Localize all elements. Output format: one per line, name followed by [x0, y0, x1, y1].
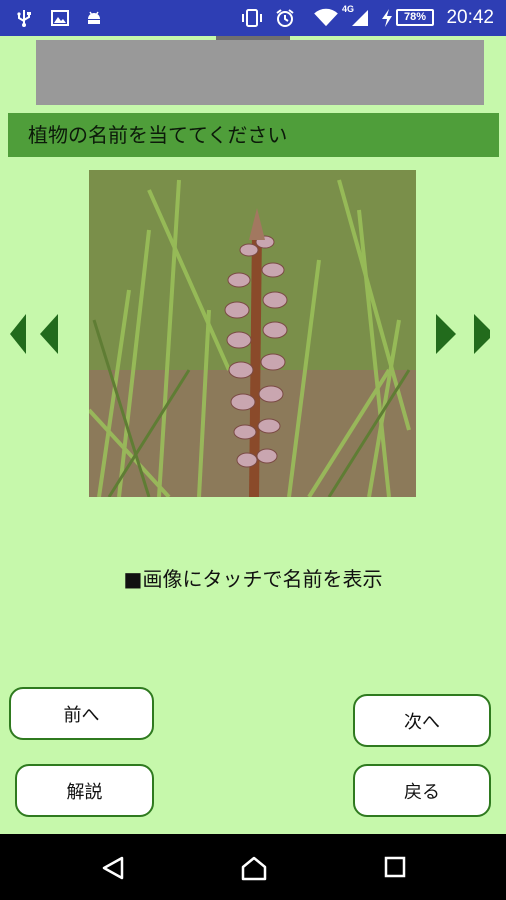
touch-hint: ■画像にタッチで名前を表示 [123, 567, 383, 591]
prev-button[interactable]: 前へ [9, 687, 154, 740]
signal-icon [352, 10, 368, 26]
image-notification-icon [51, 10, 69, 26]
back-button-label: 戻る [404, 781, 440, 803]
double-left-arrow-icon[interactable] [6, 310, 62, 358]
android-debug-icon [88, 11, 100, 24]
explain-button[interactable]: 解説 [15, 764, 154, 817]
system-navigation-bar [0, 834, 506, 900]
alarm-icon [276, 9, 294, 27]
ad-banner[interactable] [36, 40, 484, 105]
double-right-arrow-icon[interactable] [434, 310, 490, 358]
recents-icon[interactable] [383, 855, 407, 879]
usb-icon [17, 10, 31, 27]
plant-photo[interactable] [89, 170, 416, 497]
clock: 20:42 [446, 7, 494, 28]
next-button[interactable]: 次へ [353, 694, 491, 747]
vibrate-icon [242, 9, 262, 27]
prev-button-label: 前へ [63, 704, 100, 726]
explain-button-label: 解説 [66, 781, 103, 803]
next-button-label: 次へ [404, 711, 440, 733]
status-bar: 4G 78% 20:42 [0, 0, 506, 36]
battery-percent: 78% [403, 11, 427, 23]
wifi-icon [314, 8, 338, 27]
charging-icon [382, 9, 392, 27]
page-title: 植物の名前を当ててください [8, 113, 499, 157]
page-title-text: 植物の名前を当ててください [28, 123, 288, 147]
home-icon[interactable] [240, 855, 268, 881]
back-triangle-icon[interactable] [100, 855, 126, 881]
battery-icon: 78% [396, 9, 434, 26]
back-button[interactable]: 戻る [353, 764, 491, 817]
